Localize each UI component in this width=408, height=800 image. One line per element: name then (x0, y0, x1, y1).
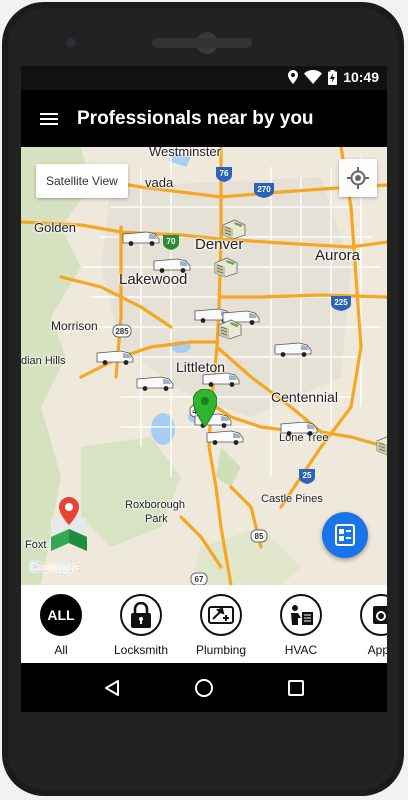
shield-25: 25 (303, 471, 312, 480)
van-marker[interactable] (121, 230, 161, 246)
shield-85: 85 (255, 532, 264, 541)
city-lakewood: Lakewood (119, 271, 188, 288)
earpiece-speaker (152, 38, 252, 48)
category-appliance[interactable]: Appli (341, 585, 387, 663)
app-bar: Professionals near by you (21, 90, 387, 147)
truck-marker[interactable] (217, 317, 243, 341)
hamburger-menu-icon (40, 112, 58, 125)
category-label: HVAC (284, 643, 318, 657)
city-morrison: Morrison (51, 319, 98, 333)
city-centennial: Centennial (271, 389, 338, 405)
city-castle-pines: Castle Pines (261, 493, 323, 505)
van-marker[interactable] (95, 349, 135, 365)
category-locksmith[interactable]: Locksmith (101, 585, 181, 663)
city-indian-hills: dian Hills (21, 355, 66, 367)
city-roxborough: Roxborough (125, 499, 185, 511)
city-golden: Golden (34, 220, 76, 235)
battery-charging-icon (328, 69, 338, 85)
status-time: 10:49 (343, 69, 379, 85)
my-location-button[interactable] (339, 159, 377, 197)
padlock-icon (131, 602, 151, 628)
system-nav-bar (21, 663, 387, 712)
page-title: Professionals near by you (77, 107, 314, 129)
recents-button[interactable] (276, 668, 316, 708)
google-maps-app-icon[interactable] (47, 497, 91, 553)
wifi-icon (304, 70, 323, 84)
shield-285: 285 (115, 327, 129, 336)
current-location-pin[interactable] (193, 389, 217, 427)
category-appliance-badge (360, 594, 387, 636)
list-view-button[interactable] (322, 512, 368, 558)
shield-76: 76 (220, 169, 229, 178)
shield-70: 70 (167, 237, 176, 246)
category-label: Plumbing (195, 643, 247, 657)
home-button[interactable] (184, 668, 224, 708)
back-triangle-icon (105, 679, 119, 696)
category-plumbing[interactable]: Plumbing (181, 585, 261, 663)
city-foxt: Foxt (25, 539, 47, 551)
category-all-badge: ALL (40, 594, 82, 636)
van-marker[interactable] (201, 371, 241, 387)
van-marker[interactable] (205, 429, 245, 445)
city-park: Park (145, 513, 168, 525)
category-hvac[interactable]: HVAC (261, 585, 341, 663)
category-all[interactable]: ALL All (21, 585, 101, 663)
van-marker[interactable] (152, 257, 192, 273)
category-bar: ALL All Locksmith Plumbing HVAC App (21, 585, 387, 663)
google-logo: Google (29, 559, 82, 577)
recents-square-icon (288, 679, 304, 696)
category-hvac-badge (280, 594, 322, 636)
menu-button[interactable] (21, 90, 77, 147)
hvac-worker-icon (291, 605, 313, 625)
front-camera (66, 38, 76, 48)
status-bar: 10:49 (21, 66, 387, 90)
van-marker[interactable] (273, 341, 313, 357)
truck-marker[interactable] (213, 255, 239, 279)
shield-67: 67 (195, 575, 204, 584)
truck-marker[interactable] (221, 217, 247, 241)
city-aurora: Aurora (315, 247, 361, 264)
appliance-icon (373, 606, 387, 624)
van-marker[interactable] (279, 420, 319, 436)
pipe-wrench-icon (208, 606, 234, 624)
category-locksmith-badge (120, 594, 162, 636)
truck-marker[interactable] (375, 433, 387, 457)
category-plumbing-badge (200, 594, 242, 636)
back-button[interactable] (92, 668, 132, 708)
category-label: Appli (367, 643, 387, 657)
home-circle-icon (195, 678, 213, 697)
map-view[interactable]: 76 270 70 225 285 470 25 85 67 Westminst… (21, 147, 387, 585)
shield-225: 225 (334, 298, 348, 307)
category-label: Locksmith (113, 643, 169, 657)
location-icon (288, 70, 299, 84)
google-logo-text: Google (29, 559, 82, 576)
list-card-icon (335, 524, 355, 546)
app-screen: 10:49 Professionals near by you 76 270 7… (21, 66, 387, 712)
satellite-view-button[interactable]: Satellite View (36, 164, 128, 198)
shield-270: 270 (257, 185, 271, 194)
city-arvada: vada (145, 175, 174, 190)
van-marker[interactable] (135, 375, 175, 391)
crosshair-icon (347, 167, 369, 189)
city-westminster: Westminster (149, 147, 221, 159)
category-label: All (54, 643, 68, 657)
